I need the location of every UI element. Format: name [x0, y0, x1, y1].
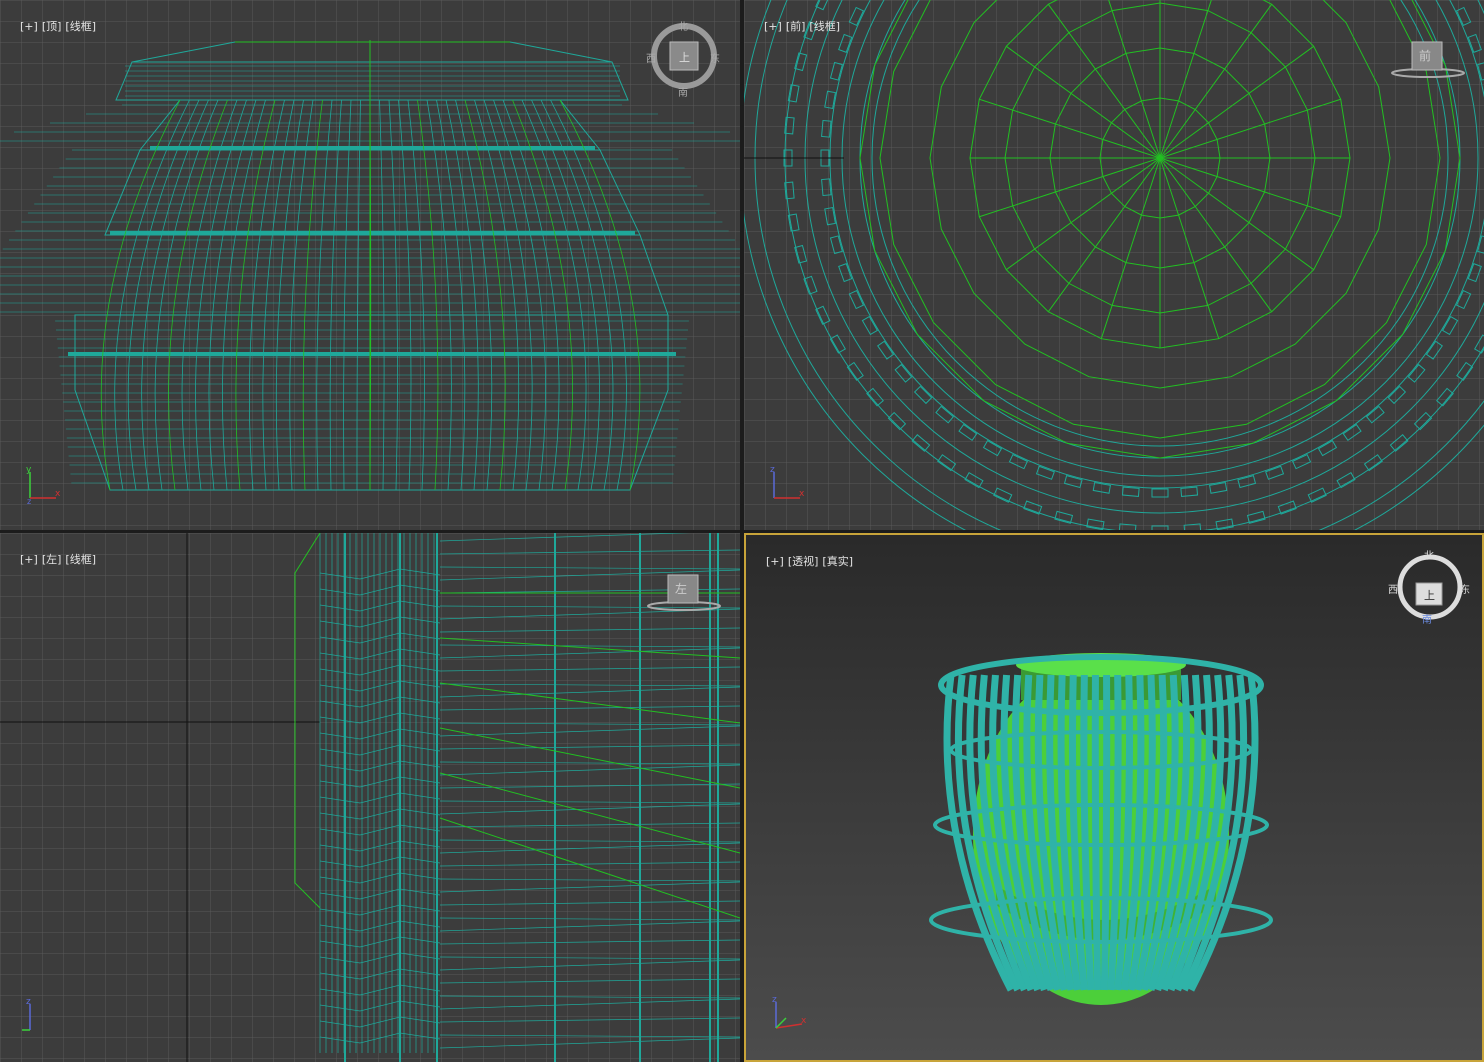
viewcube-left[interactable]: 左: [646, 571, 722, 615]
viewport-top-label: [+] [顶] [线框]: [6, 7, 100, 46]
left-wireframe-scene: [0, 533, 740, 1062]
axis-tripod-persp: z x: [772, 996, 807, 1029]
axis-x-label: x: [55, 489, 61, 499]
viewport-front-label: [+] [前] [线框]: [750, 7, 844, 46]
axis-tripod-left: z: [22, 998, 31, 1031]
viewport-menu-plus[interactable]: [+]: [20, 20, 38, 33]
viewport-front[interactable]: [+] [前] [线框] 前 z x: [744, 0, 1484, 530]
compass-north: 北: [1424, 551, 1434, 562]
compass-east: 东: [710, 54, 720, 65]
top-wireframe-scene: [0, 0, 740, 530]
viewport-view-name[interactable]: [顶]: [42, 20, 62, 33]
viewport-menu-plus[interactable]: [+]: [764, 20, 782, 33]
compass-north: 北: [678, 22, 688, 33]
viewcube-perspective[interactable]: 北 南 东 西 上: [1388, 545, 1470, 635]
compass-west: 西: [646, 54, 656, 65]
compass-east: 东: [1460, 585, 1470, 596]
viewport-top[interactable]: [+] [顶] [线框] 北 南 东 西 上 y x z: [0, 0, 740, 530]
viewcube-face-top: 上: [1424, 589, 1435, 602]
axis-x-label: x: [799, 489, 805, 499]
viewport-view-name[interactable]: [左]: [42, 553, 62, 566]
axis-tripod-top: y x z: [26, 466, 61, 506]
viewcube-face-left: 左: [675, 582, 688, 596]
viewcube-face-front: 前: [1419, 49, 1432, 63]
compass-south: 南: [1422, 615, 1432, 626]
axis-y-label: y: [26, 466, 32, 475]
axis-x-label: x: [801, 1016, 807, 1026]
viewcube-face-top: 上: [679, 51, 690, 64]
viewport-menu-plus[interactable]: [+]: [766, 555, 784, 568]
viewcube-top[interactable]: 北 南 东 西 上: [646, 18, 720, 99]
axis-tripod-front: z x: [770, 466, 805, 499]
viewport-shading-mode[interactable]: [线框]: [65, 20, 96, 33]
compass-south: 南: [678, 88, 688, 99]
axis-z-label: z: [770, 466, 775, 475]
compass-west: 西: [1388, 585, 1398, 596]
viewport-view-name[interactable]: [透视]: [788, 555, 819, 568]
viewport-menu-plus[interactable]: [+]: [20, 553, 38, 566]
viewport-view-name[interactable]: [前]: [786, 20, 806, 33]
viewport-shading-mode[interactable]: [线框]: [809, 20, 840, 33]
viewcube-front[interactable]: 前: [1390, 38, 1466, 82]
viewport-shading-mode[interactable]: [线框]: [65, 553, 96, 566]
viewport-perspective-label: [+] [透视] [真实]: [752, 542, 857, 581]
perspective-scene: [929, 653, 1273, 1005]
viewport-shading-mode[interactable]: [真实]: [822, 555, 853, 568]
viewport-left-label: [+] [左] [线框]: [6, 540, 100, 579]
axis-z-label: z: [772, 996, 777, 1005]
axis-z-label: z: [26, 998, 31, 1007]
viewport-perspective[interactable]: [+] [透视] [真实] 北 南 东 西 上 z x: [744, 533, 1484, 1062]
front-wireframe-scene: [744, 0, 1484, 530]
axis-z-label: z: [27, 497, 31, 506]
viewport-left[interactable]: [+] [左] [线框] 左 z: [0, 533, 740, 1062]
